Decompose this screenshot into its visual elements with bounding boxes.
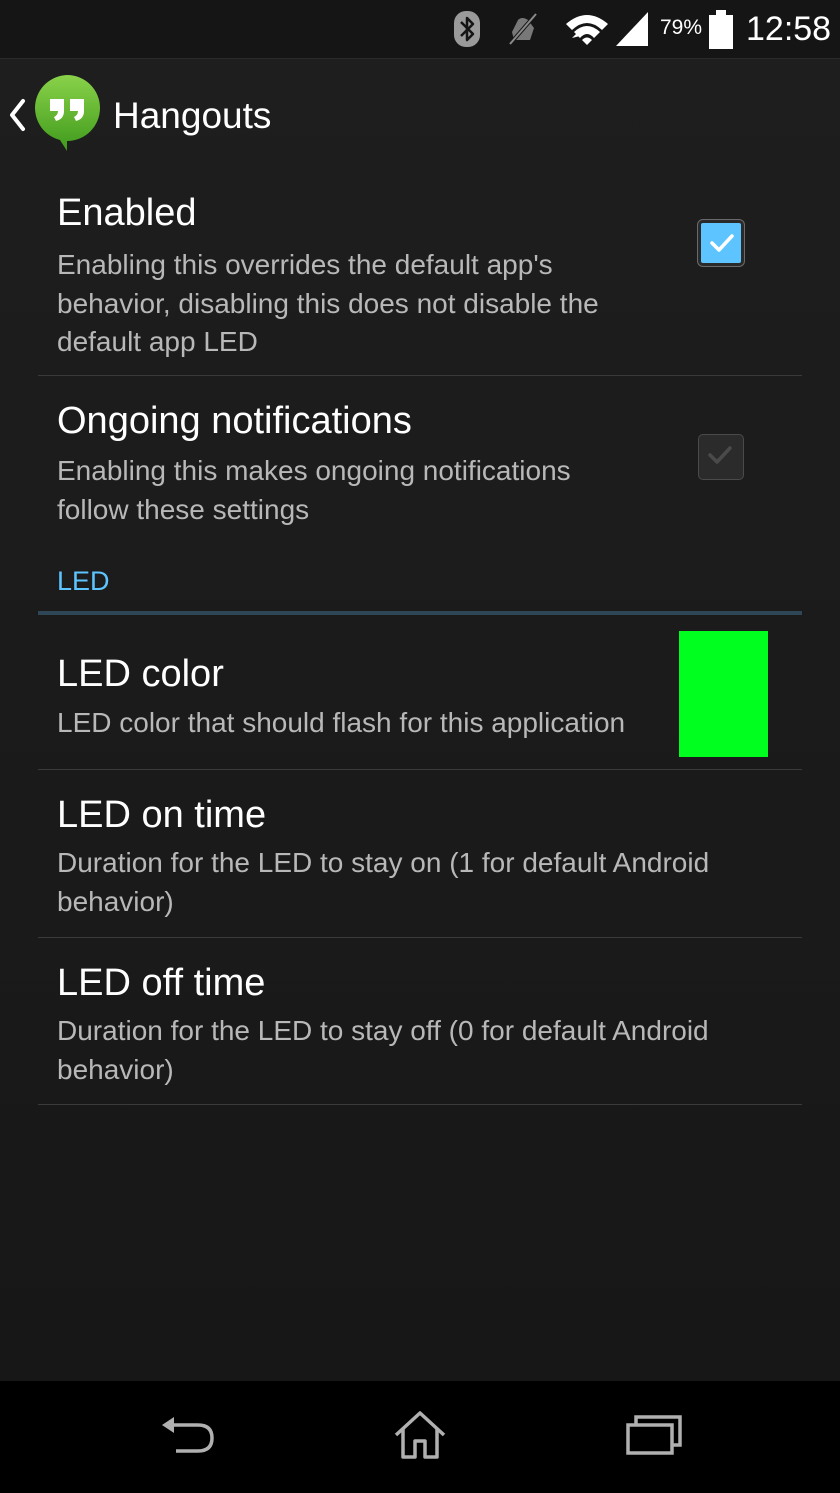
home-icon[interactable] bbox=[392, 1409, 448, 1466]
pref-led-on-time-summary: Duration for the LED to stay on (1 for d… bbox=[57, 844, 709, 921]
checkmark-icon bbox=[710, 234, 734, 252]
summary-line: behavior) bbox=[57, 1053, 174, 1085]
pref-led-on-time[interactable]: LED on time Duration for the LED to stay… bbox=[38, 770, 802, 937]
section-header-led: LED bbox=[57, 566, 110, 596]
pref-led-off-time[interactable]: LED off time Duration for the LED to sta… bbox=[38, 938, 802, 1105]
led-color-swatch[interactable] bbox=[679, 631, 768, 757]
pref-led-color-summary: LED color that should flash for this app… bbox=[57, 707, 626, 738]
summary-line: Enabling this overrides the default app'… bbox=[57, 249, 553, 280]
pref-ongoing-notifications[interactable]: Ongoing notifications Enabling this make… bbox=[38, 376, 802, 546]
summary-line: Duration for the LED to stay off (0 for … bbox=[57, 1015, 709, 1046]
recents-icon[interactable] bbox=[624, 1413, 684, 1462]
pref-enabled-title: Enabled bbox=[57, 192, 197, 234]
clock: 12:58 bbox=[746, 10, 832, 48]
hangouts-logo-icon[interactable] bbox=[32, 73, 102, 158]
pref-led-color[interactable]: LED color LED color that should flash fo… bbox=[38, 615, 802, 769]
ongoing-checkbox[interactable] bbox=[698, 434, 744, 480]
screen: 79% 12:58 Hangouts Enabled Enabling this… bbox=[0, 0, 840, 1493]
app-title: Hangouts bbox=[113, 95, 272, 136]
chevron-left-icon[interactable] bbox=[8, 97, 26, 138]
navigation-bar bbox=[0, 1381, 840, 1493]
wifi-icon bbox=[564, 12, 610, 51]
summary-line: Enabling this makes ongoing notification… bbox=[57, 455, 571, 486]
muted-icon bbox=[506, 12, 540, 51]
pref-enabled-summary: Enabling this overrides the default app'… bbox=[57, 246, 599, 362]
pref-led-color-title: LED color bbox=[57, 653, 224, 695]
battery-icon bbox=[708, 10, 734, 55]
pref-led-on-time-title: LED on time bbox=[57, 794, 267, 836]
summary-line: Duration for the LED to stay on (1 for d… bbox=[57, 847, 710, 878]
checkmark-icon bbox=[708, 446, 732, 464]
divider bbox=[38, 1104, 802, 1105]
pref-enabled[interactable]: Enabled Enabling this overrides the defa… bbox=[38, 172, 802, 375]
summary-line: follow these settings bbox=[57, 493, 310, 525]
pref-led-off-time-summary: Duration for the LED to stay off (0 for … bbox=[57, 1012, 709, 1089]
status-bar: 79% 12:58 bbox=[0, 0, 840, 59]
back-icon[interactable] bbox=[158, 1411, 218, 1464]
action-bar: Hangouts bbox=[0, 59, 840, 171]
pref-ongoing-title: Ongoing notifications bbox=[57, 400, 412, 442]
signal-icon bbox=[614, 10, 650, 53]
bluetooth-icon bbox=[452, 10, 482, 53]
summary-line: behavior) bbox=[57, 885, 174, 917]
battery-percent: 79% bbox=[660, 16, 703, 39]
pref-ongoing-summary: Enabling this makes ongoing notification… bbox=[57, 452, 571, 529]
enabled-checkbox[interactable] bbox=[698, 220, 744, 266]
summary-line: behavior, disabling this does not disabl… bbox=[57, 287, 599, 319]
pref-led-off-time-title: LED off time bbox=[57, 962, 266, 1004]
summary-line: default app LED bbox=[57, 326, 258, 357]
